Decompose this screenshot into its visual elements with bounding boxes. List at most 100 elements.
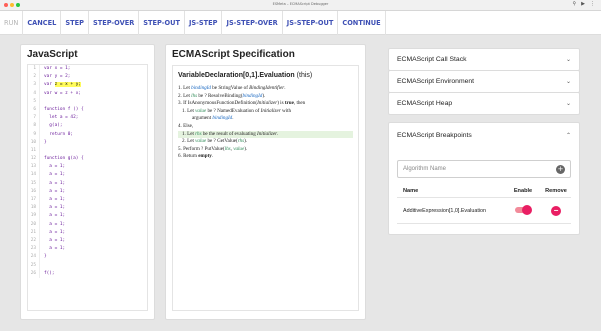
line-number[interactable]: 17	[28, 196, 40, 205]
spec-step-text: value	[233, 145, 245, 152]
spec-algorithm-view: VariableDeclaration[0,1].Evaluation (thi…	[172, 65, 359, 311]
spec-step-text: 5. Perform ? PutValue(	[178, 145, 225, 152]
code-text: var y = 2;	[44, 74, 71, 80]
line-number[interactable]: 10	[28, 138, 40, 147]
step-over-button[interactable]: STEP-OVER	[89, 10, 140, 35]
line-number[interactable]: 13	[28, 163, 40, 172]
line-number[interactable]: 20	[28, 220, 40, 229]
spec-step-text: 2. Let	[178, 92, 192, 99]
chevron-up-icon[interactable]: ⌃	[566, 132, 571, 139]
breakpoints-header[interactable]: ECMAScript Breakpoints ⌃	[389, 123, 579, 147]
js-step-over-button[interactable]: JS-STEP-OVER	[222, 10, 283, 35]
line-number[interactable]: 18	[28, 204, 40, 213]
js-step-button[interactable]: JS-STEP	[185, 10, 223, 35]
code-line: 8 g(a);	[28, 122, 147, 131]
chevron-down-icon[interactable]: ⌄	[566, 56, 571, 63]
line-number[interactable]: 11	[28, 146, 40, 156]
breakpoint-name: AdditiveExpression[1,0].Evaluation	[403, 207, 487, 214]
code-line: 5	[28, 97, 147, 106]
spec-step-text: 3. If IsAnonymousFunctionDefinition(	[178, 100, 258, 107]
line-number[interactable]: 9	[28, 130, 40, 139]
line-number[interactable]: 22	[28, 236, 40, 246]
line-number[interactable]: 4	[28, 89, 40, 98]
line-number[interactable]: 12	[28, 155, 40, 164]
environment-panel[interactable]: ECMAScript Environment ⌄	[388, 70, 580, 93]
algorithm-name-placeholder: Algorithm Name	[403, 166, 447, 172]
continue-button[interactable]: CONTINUE	[338, 10, 386, 35]
algorithm-steps: 1. Let bindingId be StringValue of Bindi…	[178, 85, 353, 161]
more-menu-icon[interactable]: ⋮	[590, 1, 595, 7]
line-number[interactable]: 21	[28, 228, 40, 237]
algorithm-name-input[interactable]: Algorithm Name +	[397, 160, 571, 178]
line-number[interactable]: 15	[28, 179, 40, 188]
enable-toggle[interactable]	[515, 205, 532, 216]
current-expression-highlight: z = x + y	[54, 82, 79, 88]
spec-step: 3. If IsAnonymousFunctionDefinition(Init…	[178, 100, 353, 108]
spec-step: argument bindingId.	[178, 115, 353, 123]
code-text: a = 1;	[44, 246, 66, 252]
environment-title: ECMAScript Environment	[397, 78, 475, 85]
line-number[interactable]: 26	[28, 269, 40, 278]
line-number[interactable]: 23	[28, 245, 40, 254]
spec-step-text: 4. Else,	[178, 122, 194, 129]
spec-step-text: bindingId	[242, 92, 263, 99]
spec-step-text: Initializer	[257, 100, 278, 107]
code-text-post: ;	[78, 82, 82, 88]
extension-icon[interactable]: ▶	[581, 1, 585, 7]
spec-step-text: 6. Return	[178, 153, 199, 160]
code-line: 17 a = 1;	[28, 196, 147, 205]
spec-step-text: 1. Let	[178, 85, 192, 91]
code-line: 24}	[28, 253, 147, 262]
algorithm-heading: VariableDeclaration[0,1].Evaluation (thi…	[178, 72, 353, 79]
code-editor[interactable]: 1 var x = 1; 2 var y = 2; 3 var z = x + y; 4 va…	[27, 64, 148, 311]
remove-icon[interactable]: −	[551, 205, 561, 216]
col-name-header: Name	[403, 187, 419, 194]
line-number[interactable]: 16	[28, 187, 40, 196]
line-number[interactable]: 3	[28, 81, 40, 90]
col-enable-header: Enable	[513, 187, 533, 194]
code-text: a = 1;	[44, 237, 66, 243]
run-button[interactable]: RUN	[0, 10, 24, 35]
algorithm-suffix: (this)	[296, 72, 313, 79]
line-number[interactable]: 8	[28, 122, 40, 131]
js-step-out-button[interactable]: JS-STEP-OUT	[283, 10, 339, 35]
code-text: a = 1;	[44, 164, 66, 170]
code-line: 22 a = 1;	[28, 236, 147, 246]
line-number[interactable]: 24	[28, 253, 40, 262]
line-number[interactable]: 14	[28, 171, 40, 180]
spec-step-text: BindingIdentifier	[249, 85, 285, 91]
search-icon[interactable]: ⚲	[572, 1, 576, 7]
line-number[interactable]: 6	[28, 105, 40, 115]
code-text: }	[44, 254, 47, 260]
toggle-knob[interactable]	[522, 205, 532, 216]
heap-title: ECMAScript Heap	[397, 100, 453, 107]
code-line: 20 a = 1;	[28, 220, 147, 229]
spec-step-text: 2. Let	[182, 138, 196, 145]
code-text-pre: var	[44, 82, 55, 88]
line-number[interactable]: 19	[28, 212, 40, 221]
line-number[interactable]: 25	[28, 261, 40, 270]
javascript-panel: JavaScript 1 var x = 1; 2 var y = 2; 3 var z …	[20, 44, 155, 320]
spec-step-text: bindingId	[191, 85, 211, 91]
breakpoints-table: Name Enable Remove AdditiveExpression[1,…	[397, 184, 571, 224]
call-stack-panel[interactable]: ECMAScript Call Stack ⌄	[388, 48, 580, 71]
step-out-button[interactable]: STEP-OUT	[139, 10, 185, 35]
code-text: function g(a) {	[44, 156, 84, 162]
step-button[interactable]: STEP	[61, 10, 89, 35]
line-number[interactable]: 5	[28, 97, 40, 106]
line-number[interactable]: 2	[28, 73, 40, 82]
chevron-down-icon[interactable]: ⌄	[566, 100, 571, 107]
line-number[interactable]: 7	[28, 114, 40, 123]
window-title: ESMeta – ECMAScript Debugger	[272, 2, 329, 6]
chevron-down-icon[interactable]: ⌄	[566, 78, 571, 85]
line-number[interactable]: 1	[28, 65, 40, 74]
cancel-button[interactable]: CANCEL	[23, 10, 62, 35]
spec-step-text: .	[211, 153, 214, 160]
add-icon[interactable]: +	[556, 164, 565, 174]
code-text: g(a);	[44, 123, 63, 129]
heap-panel[interactable]: ECMAScript Heap ⌄	[388, 92, 580, 115]
code-line: 21 a = 1;	[28, 228, 147, 237]
spec-step-text: with	[280, 107, 292, 114]
spec-panel-title: ECMAScript Specification	[172, 49, 295, 60]
